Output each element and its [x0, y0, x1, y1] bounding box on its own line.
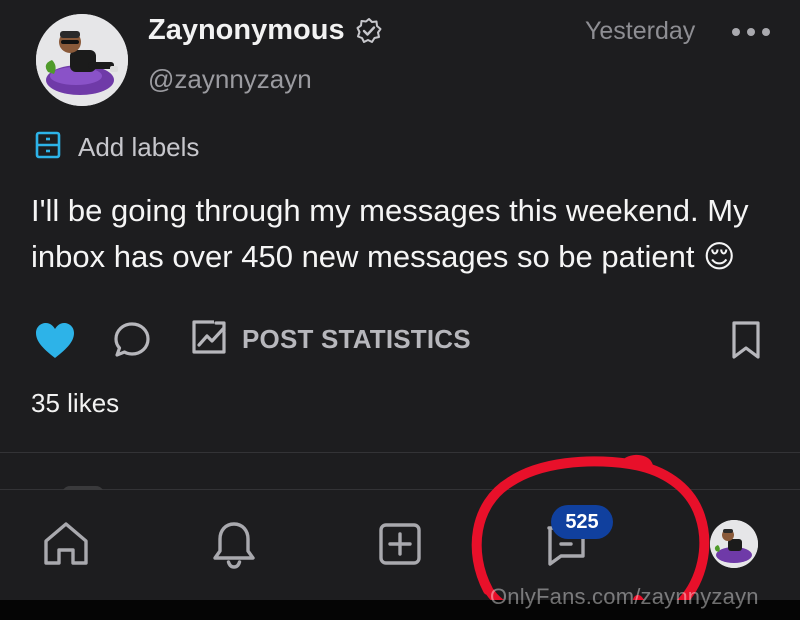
likes-count[interactable]: 35 likes: [31, 388, 119, 419]
post-actions: POST STATISTICS: [34, 318, 774, 364]
labels-icon: [34, 130, 62, 165]
bookmark-icon[interactable]: [730, 320, 762, 360]
author-name-text[interactable]: Zaynonymous: [148, 14, 345, 47]
home-icon[interactable]: [38, 516, 94, 572]
comment-icon[interactable]: [112, 320, 152, 360]
more-icon[interactable]: [732, 20, 770, 44]
add-labels-button[interactable]: Add labels: [34, 130, 199, 165]
add-labels-label[interactable]: Add labels: [78, 132, 199, 163]
author-avatar[interactable]: [36, 14, 128, 106]
post-statistics-label[interactable]: POST STATISTICS: [242, 324, 471, 355]
author-handle[interactable]: @zaynnyzayn: [148, 64, 312, 95]
author-name[interactable]: Zaynonymous: [148, 14, 383, 47]
post-text: I'll be going through my messages this w…: [31, 193, 749, 274]
chart-icon: [190, 318, 228, 361]
divider: [0, 452, 800, 453]
add-icon[interactable]: [372, 516, 428, 572]
post-timestamp: Yesterday: [585, 17, 696, 45]
profile-avatar[interactable]: [710, 520, 758, 568]
verified-icon: [355, 17, 383, 45]
post-statistics-button[interactable]: POST STATISTICS: [190, 318, 471, 361]
heart-icon[interactable]: [34, 321, 76, 361]
messages-count-badge[interactable]: 525: [551, 505, 613, 539]
watermark-text: OnlyFans.com/zaynnyzayn: [490, 584, 759, 609]
bell-icon[interactable]: [206, 516, 262, 572]
post-card: Zaynonymous @zaynnyzayn Yesterday Add la…: [0, 0, 800, 455]
